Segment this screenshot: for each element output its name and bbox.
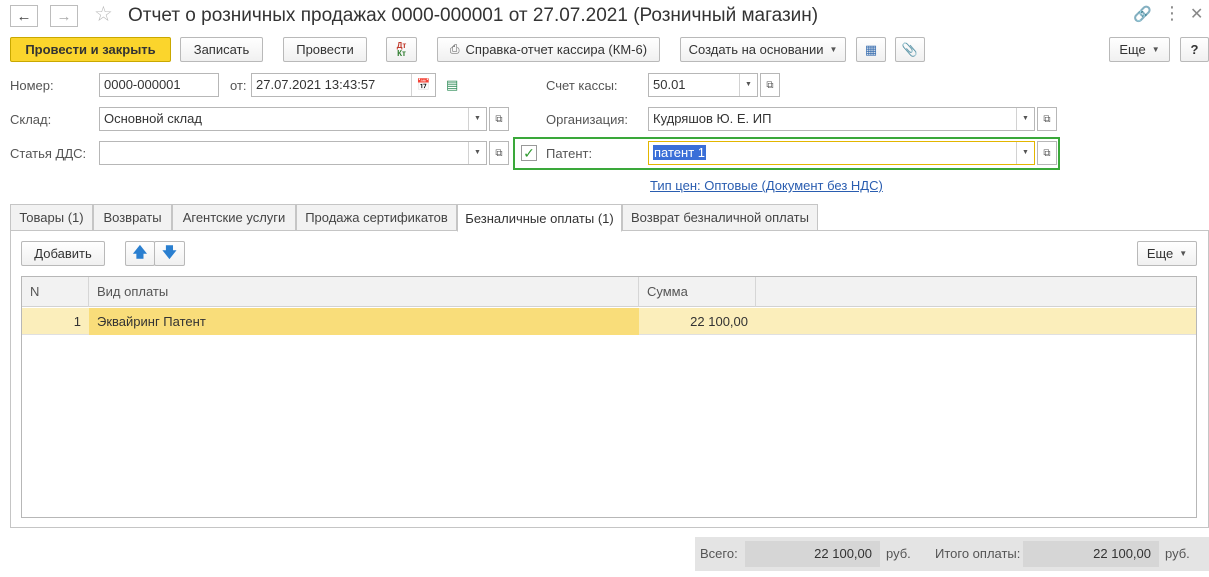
table-row[interactable]: 1 Эквайринг Патент 22 100,00 bbox=[22, 308, 1196, 335]
tab-cashless-payments[interactable]: Безналичные оплаты (1) bbox=[457, 204, 622, 232]
calendar-icon[interactable]: 📅 bbox=[411, 74, 435, 96]
chevron-down-icon[interactable]: ▼ bbox=[468, 108, 486, 130]
cash-account-open-button[interactable]: ⧉ bbox=[760, 73, 780, 97]
arrow-down-icon: 🡇 bbox=[162, 243, 177, 260]
open-icon: ⧉ bbox=[495, 147, 503, 159]
open-icon: ⧉ bbox=[1043, 113, 1051, 125]
table-more-button[interactable]: Еще ▼ bbox=[1137, 241, 1197, 266]
number-field[interactable]: 0000-000001 bbox=[99, 73, 219, 97]
dds-label: Статья ДДС: bbox=[10, 146, 87, 161]
total-currency: руб. bbox=[886, 546, 911, 561]
cell-n: 1 bbox=[73, 314, 81, 329]
paperclip-icon: 📎 bbox=[901, 41, 919, 57]
add-button[interactable]: Добавить bbox=[21, 241, 105, 266]
chevron-down-icon: ▼ bbox=[1179, 249, 1188, 258]
arrow-left-icon: ← bbox=[16, 7, 32, 25]
printer-icon: ⎙ bbox=[449, 42, 460, 56]
total-label: Всего: bbox=[700, 546, 738, 561]
warehouse-label: Склад: bbox=[10, 112, 52, 127]
payment-total-currency: руб. bbox=[1165, 546, 1190, 561]
cash-account-field[interactable]: 50.01 ▼ bbox=[648, 73, 758, 97]
dt-kt-button[interactable]: Дт Кт bbox=[386, 37, 417, 62]
more-button[interactable]: Еще ▼ bbox=[1109, 37, 1170, 62]
payments-table[interactable]: N Вид оплаты Сумма 1 Эквайринг Патент 22… bbox=[21, 276, 1197, 518]
total-value: 22 100,00 bbox=[745, 541, 880, 567]
favorite-star-icon[interactable]: ☆ bbox=[94, 3, 113, 27]
tab-certificates[interactable]: Продажа сертификатов bbox=[296, 204, 457, 231]
table-header: N Вид оплаты Сумма bbox=[22, 277, 1196, 307]
column-header-payment-type[interactable]: Вид оплаты bbox=[89, 277, 639, 307]
cell-amount: 22 100,00 bbox=[690, 314, 748, 329]
help-button[interactable]: ? bbox=[1180, 37, 1209, 62]
post-button[interactable]: Провести bbox=[283, 37, 367, 62]
structure-button[interactable]: ▦ bbox=[856, 37, 886, 62]
cash-account-label: Счет кассы: bbox=[546, 78, 618, 93]
arrow-right-icon: → bbox=[56, 7, 72, 25]
payment-total-value: 22 100,00 bbox=[1023, 541, 1159, 567]
chevron-down-icon[interactable]: ▼ bbox=[1016, 142, 1034, 164]
tab-goods[interactable]: Товары (1) bbox=[10, 204, 93, 231]
patent-checkbox[interactable]: ✓ bbox=[521, 145, 537, 161]
tab-agent-services[interactable]: Агентские услуги bbox=[172, 204, 296, 231]
more-menu-icon[interactable]: ⋮ bbox=[1163, 4, 1181, 22]
attach-button[interactable]: 📎 bbox=[895, 37, 925, 62]
create-based-on-button[interactable]: Создать на основании ▼ bbox=[680, 37, 846, 62]
date-edit-icon[interactable]: ▤ bbox=[446, 77, 458, 93]
patent-label: Патент: bbox=[546, 146, 593, 161]
organization-field[interactable]: Кудряшов Ю. Е. ИП ▼ bbox=[648, 107, 1035, 131]
chevron-down-icon: ▼ bbox=[829, 45, 838, 54]
chevron-down-icon[interactable]: ▼ bbox=[739, 74, 757, 96]
structure-icon: ▦ bbox=[864, 41, 878, 57]
organization-label: Организация: bbox=[546, 112, 629, 127]
move-down-button[interactable]: 🡇 bbox=[154, 241, 185, 266]
patent-open-button[interactable]: ⧉ bbox=[1037, 141, 1057, 165]
organization-open-button[interactable]: ⧉ bbox=[1037, 107, 1057, 131]
post-and-close-button[interactable]: Провести и закрыть bbox=[10, 37, 171, 62]
chevron-down-icon[interactable]: ▼ bbox=[468, 142, 486, 164]
dds-open-button[interactable]: ⧉ bbox=[489, 141, 509, 165]
save-button[interactable]: Записать bbox=[180, 37, 263, 62]
column-header-amount[interactable]: Сумма bbox=[639, 277, 756, 307]
open-icon: ⧉ bbox=[1043, 147, 1051, 159]
arrow-up-icon: 🡅 bbox=[132, 243, 148, 260]
dds-field[interactable]: ▼ bbox=[99, 141, 487, 165]
cell-payment-type: Эквайринг Патент bbox=[89, 308, 639, 335]
forward-button[interactable]: → bbox=[50, 5, 78, 27]
price-type-link[interactable]: Тип цен: Оптовые (Документ без НДС) bbox=[650, 178, 883, 193]
tab-returns[interactable]: Возвраты bbox=[93, 204, 172, 231]
warehouse-field[interactable]: Основной склад ▼ bbox=[99, 107, 487, 131]
totals-footer: Всего: 22 100,00 руб. Итого оплаты: 22 1… bbox=[695, 537, 1209, 571]
open-icon: ⧉ bbox=[766, 79, 774, 91]
checkmark-icon: ✓ bbox=[523, 144, 535, 161]
dt-kt-icon: Дт Кт bbox=[396, 40, 407, 58]
column-header-n[interactable]: N bbox=[22, 277, 89, 307]
warehouse-open-button[interactable]: ⧉ bbox=[489, 107, 509, 131]
close-icon[interactable]: ✕ bbox=[1190, 6, 1203, 24]
payment-total-label: Итого оплаты: bbox=[935, 546, 1021, 561]
cashier-report-button[interactable]: ⎙ Справка-отчет кассира (КМ-6) bbox=[437, 37, 660, 62]
back-button[interactable]: ← bbox=[10, 5, 38, 27]
window-title: Отчет о розничных продажах 0000-000001 о… bbox=[128, 5, 819, 26]
tab-cashless-return[interactable]: Возврат безналичной оплаты bbox=[622, 204, 818, 231]
link-icon[interactable]: 🔗 bbox=[1133, 6, 1152, 24]
chevron-down-icon: ▼ bbox=[1151, 45, 1160, 54]
chevron-down-icon[interactable]: ▼ bbox=[1016, 108, 1034, 130]
patent-field[interactable]: патент 1 ▼ bbox=[648, 141, 1035, 165]
date-label: от: bbox=[230, 78, 247, 93]
open-icon: ⧉ bbox=[495, 113, 503, 125]
move-up-button[interactable]: 🡅 bbox=[125, 241, 155, 266]
date-field[interactable]: 27.07.2021 13:43:57 📅 bbox=[251, 73, 436, 97]
number-label: Номер: bbox=[10, 78, 54, 93]
